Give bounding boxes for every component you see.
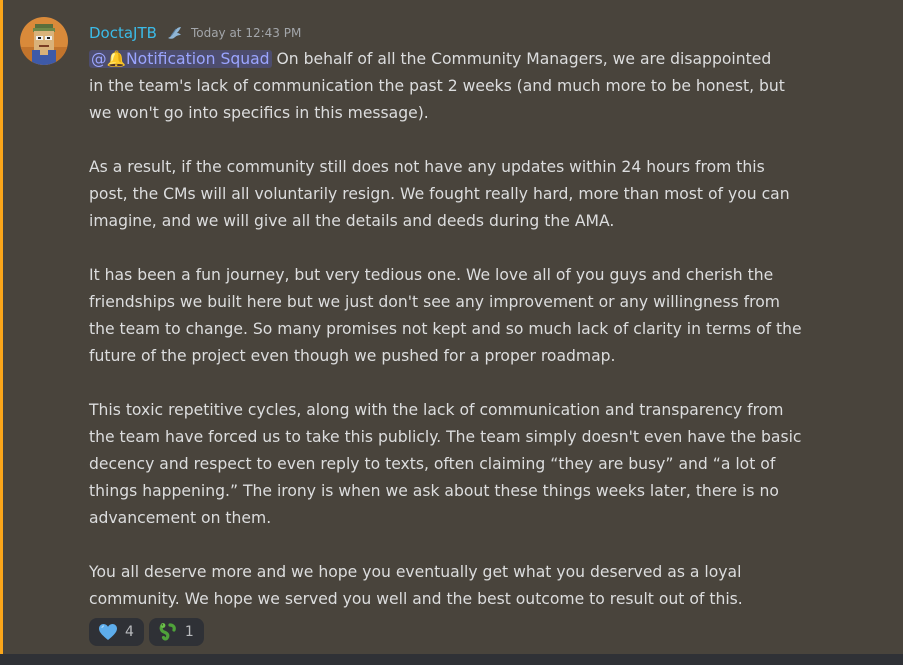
message-paragraph: This toxic repetitive cycles, along with… xyxy=(89,401,802,527)
role-mention[interactable]: @🔔Notification Squad xyxy=(89,50,272,68)
message-paragraph: It has been a fun journey, but very tedi… xyxy=(89,266,802,365)
message-paragraph: @🔔Notification Squad On behalf of all th… xyxy=(89,46,849,127)
reactions-bar: 4 1 xyxy=(89,618,204,646)
mention-highlight-bar xyxy=(0,0,3,654)
blue-bird-icon xyxy=(166,25,183,42)
paragraph-text: On behalf of all the Community Managers,… xyxy=(271,50,772,68)
message-container: DoctaJTB Today at 12:43 PM @🔔Notificatio… xyxy=(0,0,903,654)
author-username[interactable]: DoctaJTB xyxy=(89,24,157,42)
reaction-count: 4 xyxy=(125,624,134,640)
paragraph-text: in the team's lack of communication the … xyxy=(89,77,785,122)
reaction-count: 1 xyxy=(184,624,194,640)
avatar[interactable] xyxy=(20,17,68,65)
blue-heart-icon xyxy=(98,623,118,641)
reaction-blue-heart[interactable]: 4 xyxy=(89,618,144,646)
green-snake-icon xyxy=(158,622,178,642)
message-paragraph: You all deserve more and we hope you eve… xyxy=(89,563,743,608)
message-paragraph: As a result, if the community still does… xyxy=(89,158,790,230)
reaction-green-snake[interactable]: 1 xyxy=(148,618,204,646)
message-timestamp: Today at 12:43 PM xyxy=(190,26,302,40)
message-content: @🔔Notification Squad On behalf of all th… xyxy=(89,46,849,613)
message-header: DoctaJTB Today at 12:43 PM xyxy=(89,22,301,44)
channel-background xyxy=(0,654,903,665)
